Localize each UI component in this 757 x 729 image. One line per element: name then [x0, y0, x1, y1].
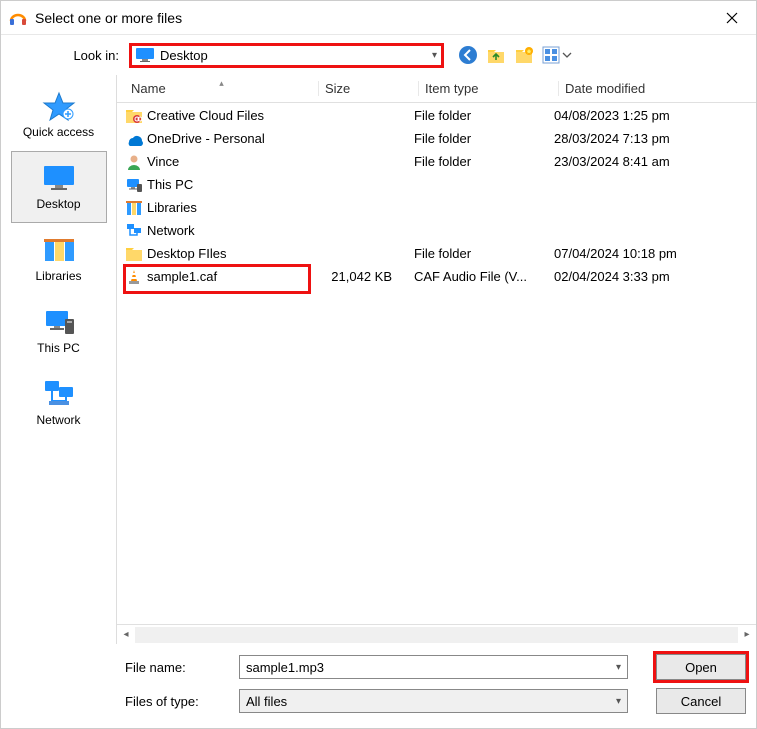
app-icon [9, 9, 27, 27]
sort-ascending-icon: ▴ [219, 78, 224, 89]
file-name: Libraries [147, 200, 197, 215]
file-type: File folder [414, 154, 554, 169]
back-button[interactable] [458, 45, 478, 65]
view-menu-button[interactable] [542, 45, 572, 65]
lookin-label: Look in: [1, 48, 129, 63]
file-row[interactable]: sample1.caf 21,042 KBCAF Audio File (V...… [117, 265, 756, 288]
file-name: Desktop FIles [147, 246, 226, 261]
file-row[interactable]: Desktop FIles File folder07/04/2024 10:18… [117, 242, 756, 265]
toolbar [458, 45, 572, 65]
place-label: Desktop [36, 197, 80, 211]
chevron-down-icon: ▾ [616, 696, 621, 707]
file-name: Network [147, 223, 195, 238]
column-name[interactable]: ▴ Name [125, 81, 318, 96]
network-icon [125, 222, 143, 240]
file-list: ▴ Name Size Item type Date modified Crea… [116, 75, 756, 644]
open-button[interactable]: Open [656, 654, 746, 680]
folder-cc-icon [125, 107, 143, 125]
file-date: 02/04/2024 3:33 pm [554, 269, 756, 284]
network-icon [41, 379, 77, 409]
monitor-icon [41, 163, 77, 193]
scroll-track[interactable] [135, 627, 738, 643]
filename-label: File name: [1, 660, 239, 675]
column-headers: ▴ Name Size Item type Date modified [117, 75, 756, 103]
filetype-dropdown[interactable]: All files ▾ [239, 689, 628, 713]
chevron-down-icon: ▾ [616, 662, 621, 673]
horizontal-scrollbar[interactable]: ◂ ▸ [117, 624, 756, 644]
chevron-down-icon: ▾ [432, 50, 437, 61]
lookin-dropdown[interactable]: Desktop ▾ [129, 43, 444, 68]
file-name: This PC [147, 177, 193, 192]
column-date[interactable]: Date modified [558, 81, 756, 96]
file-row[interactable]: This PC [117, 173, 756, 196]
file-date: 04/08/2023 1:25 pm [554, 108, 756, 123]
column-type[interactable]: Item type [418, 81, 558, 96]
folder-icon [125, 245, 143, 263]
place-label: Libraries [35, 269, 81, 283]
place-desktop[interactable]: Desktop [11, 151, 107, 223]
new-folder-button[interactable] [514, 45, 534, 65]
file-rows: Creative Cloud FilesFile folder04/08/202… [117, 103, 756, 624]
file-name: OneDrive - Personal [147, 131, 265, 146]
onedrive-icon [125, 130, 143, 148]
file-date: 23/03/2024 8:41 am [554, 154, 756, 169]
file-row[interactable]: Creative Cloud Files File folder04/08/202… [117, 104, 756, 127]
libraries-icon [41, 235, 77, 265]
places-bar: Quick access Desktop Libraries This PC [1, 75, 116, 644]
pc-icon [41, 307, 77, 337]
file-date: 28/03/2024 7:13 pm [554, 131, 756, 146]
file-type: File folder [414, 131, 554, 146]
close-button[interactable] [709, 2, 754, 34]
column-size[interactable]: Size [318, 81, 418, 96]
filetype-value: All files [246, 694, 287, 709]
titlebar: Select one or more files [1, 1, 756, 35]
cancel-button[interactable]: Cancel [656, 688, 746, 714]
place-libraries[interactable]: Libraries [11, 223, 107, 295]
thispc-icon [125, 176, 143, 194]
file-name: Creative Cloud Files [147, 108, 264, 123]
place-label: This PC [37, 341, 80, 355]
lookin-row: Look in: Desktop ▾ [1, 35, 756, 75]
file-name: sample1.caf [147, 269, 217, 284]
file-type: File folder [414, 246, 554, 261]
vlc-icon [125, 268, 143, 286]
dialog-title: Select one or more files [35, 10, 709, 26]
user-icon [125, 153, 143, 171]
file-open-dialog: Select one or more files Look in: Deskto… [0, 0, 757, 729]
up-one-level-button[interactable] [486, 45, 506, 65]
file-row[interactable]: Libraries [117, 196, 756, 219]
place-label: Network [36, 413, 80, 427]
file-row[interactable]: OneDrive - Personal File folder28/03/2024… [117, 127, 756, 150]
filename-value: sample1.mp3 [246, 660, 324, 675]
file-row[interactable]: Network [117, 219, 756, 242]
filename-input[interactable]: sample1.mp3 ▾ [239, 655, 628, 679]
place-quick-access[interactable]: Quick access [11, 79, 107, 151]
file-type: File folder [414, 108, 554, 123]
file-type: CAF Audio File (V... [414, 269, 554, 284]
filetype-label: Files of type: [1, 694, 239, 709]
scroll-right-icon[interactable]: ▸ [738, 627, 756, 643]
bottom-panel: File name: sample1.mp3 ▾ Open Files of t… [1, 644, 756, 728]
libraries-icon [125, 199, 143, 217]
desktop-icon [136, 48, 154, 62]
main-area: Quick access Desktop Libraries This PC [1, 75, 756, 644]
star-icon [41, 91, 77, 121]
file-name: Vince [147, 154, 179, 169]
scroll-left-icon[interactable]: ◂ [117, 627, 135, 643]
file-size: 21,042 KB [314, 269, 414, 284]
place-this-pc[interactable]: This PC [11, 295, 107, 367]
file-row[interactable]: Vince File folder23/03/2024 8:41 am [117, 150, 756, 173]
place-label: Quick access [23, 125, 94, 139]
file-date: 07/04/2024 10:18 pm [554, 246, 756, 261]
lookin-value: Desktop [160, 48, 208, 63]
place-network[interactable]: Network [11, 367, 107, 439]
